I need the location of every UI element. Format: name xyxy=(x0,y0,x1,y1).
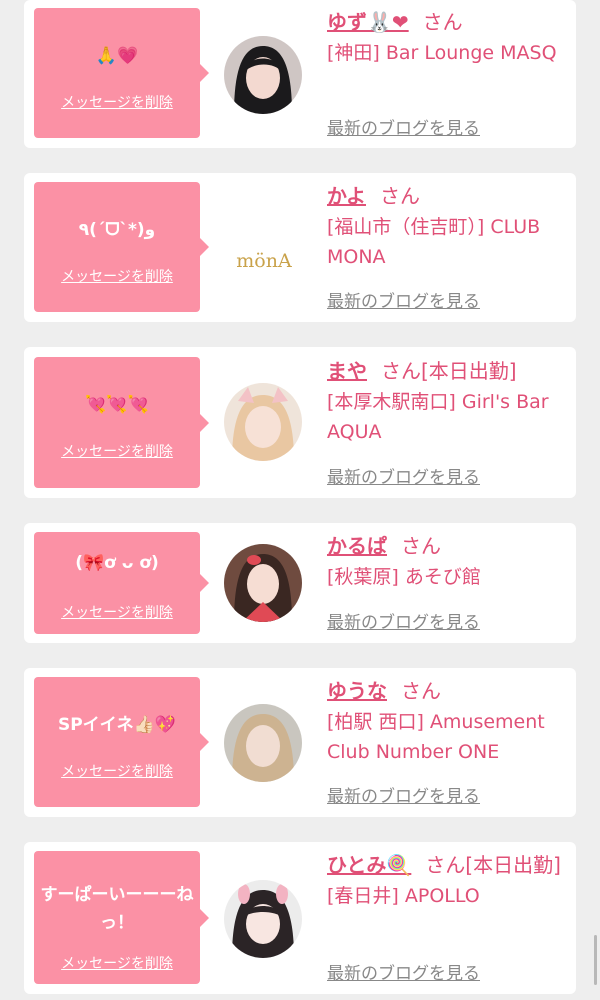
list-item: ٩(ˊᗜˋ*)و メッセージを削除 mönA かよ さん [福山市（住吉町）] C… xyxy=(24,173,576,322)
honorific: さん xyxy=(401,534,441,558)
avatar[interactable] xyxy=(224,704,302,782)
delete-message-link[interactable]: メッセージを削除 xyxy=(34,92,200,112)
list-item: 💘💘💘 メッセージを削除 まや さん[本日出勤] [本厚木駅南口] Girl's … xyxy=(24,347,576,498)
message-bubble: ٩(ˊᗜˋ*)و メッセージを削除 xyxy=(34,182,209,312)
latest-blog-link[interactable]: 最新のブログを見る xyxy=(327,287,480,312)
latest-blog-link[interactable]: 最新のブログを見る xyxy=(327,959,480,984)
scrollbar[interactable] xyxy=(594,935,597,985)
list-item: (🎀ơ ᴗ ơ) メッセージを削除 かるぱ さん [秋葉原] あそび館 最新のブロ… xyxy=(24,523,576,643)
avatar[interactable] xyxy=(224,544,302,622)
cast-info: まや さん[本日出勤] [本厚木駅南口] Girl's Bar AQUA xyxy=(327,357,572,447)
cast-name-link[interactable]: かるぱ xyxy=(327,534,387,558)
message-text: 💘💘💘 xyxy=(85,395,149,415)
avatar[interactable] xyxy=(224,880,302,958)
honorific: さん[本日出勤] xyxy=(425,853,561,877)
delete-message-link[interactable]: メッセージを削除 xyxy=(34,266,200,286)
message-text: ٩(ˊᗜˋ*)و xyxy=(78,220,156,240)
avatar[interactable] xyxy=(224,36,302,114)
avatar[interactable] xyxy=(224,383,302,461)
shop-name: [神田] Bar Lounge MASQ xyxy=(327,42,557,64)
cast-info: かるぱ さん [秋葉原] あそび館 xyxy=(327,532,572,592)
cast-name-link[interactable]: ゆず🐰❤ xyxy=(327,10,409,34)
message-bubble: 🙏💗 メッセージを削除 xyxy=(34,8,209,138)
logo-text: mönA xyxy=(236,250,292,272)
list-item: SPイイネ👍🏻💖 メッセージを削除 ゆうな さん [柏駅 西口] Amusemen… xyxy=(24,668,576,817)
latest-blog-link[interactable]: 最新のブログを見る xyxy=(327,114,480,139)
latest-blog-link[interactable]: 最新のブログを見る xyxy=(327,463,480,488)
message-bubble: (🎀ơ ᴗ ơ) メッセージを削除 xyxy=(34,532,209,634)
delete-message-link[interactable]: メッセージを削除 xyxy=(34,953,200,973)
message-text: (🎀ơ ᴗ ơ) xyxy=(75,553,159,573)
honorific: さん xyxy=(380,184,420,208)
delete-message-link[interactable]: メッセージを削除 xyxy=(34,761,200,781)
cast-name-link[interactable]: ひとみ🍭 xyxy=(327,853,411,877)
cast-info: ひとみ🍭 さん[本日出勤] [春日井] APOLLO xyxy=(327,851,572,911)
honorific: さん xyxy=(422,10,463,34)
latest-blog-link[interactable]: 最新のブログを見る xyxy=(327,608,480,633)
cast-name-link[interactable]: ゆうな xyxy=(327,679,387,703)
honorific: さん xyxy=(401,679,441,703)
message-bubble: SPイイネ👍🏻💖 メッセージを削除 xyxy=(34,677,209,807)
message-bubble: 💘💘💘 メッセージを削除 xyxy=(34,357,209,488)
honorific: さん[本日出勤] xyxy=(381,359,517,383)
delete-message-link[interactable]: メッセージを削除 xyxy=(34,602,200,622)
cast-info: かよ さん [福山市（住吉町）] CLUB MONA xyxy=(327,182,572,272)
cast-name-link[interactable]: かよ xyxy=(327,184,366,208)
cast-info: ゆうな さん [柏駅 西口] Amusement Club Number ONE xyxy=(327,677,572,767)
cast-name-link[interactable]: まや xyxy=(327,359,367,383)
shop-name: [春日井] APOLLO xyxy=(327,885,480,907)
message-text: 🙏💗 xyxy=(95,46,139,66)
shop-name: [本厚木駅南口] Girl's Bar AQUA xyxy=(327,391,549,443)
shop-logo[interactable]: mönA xyxy=(224,241,304,281)
message-text: SPイイネ👍🏻💖 xyxy=(57,715,177,735)
message-text: すーぱーいーーーねっ！ xyxy=(40,885,194,933)
shop-name: [柏駅 西口] Amusement Club Number ONE xyxy=(327,711,545,763)
shop-name: [福山市（住吉町）] CLUB MONA xyxy=(327,216,541,268)
cast-info: ゆず🐰❤ さん [神田] Bar Lounge MASQ xyxy=(327,8,572,68)
delete-message-link[interactable]: メッセージを削除 xyxy=(34,441,200,461)
list-item: 🙏💗 メッセージを削除 ゆず🐰❤ さん [神田] Bar Lounge MASQ … xyxy=(24,0,576,148)
latest-blog-link[interactable]: 最新のブログを見る xyxy=(327,782,480,807)
message-bubble: すーぱーいーーーねっ！ メッセージを削除 xyxy=(34,851,209,984)
list-item: すーぱーいーーーねっ！ メッセージを削除 ひとみ🍭 さん[本日出勤] [春日井] … xyxy=(24,842,576,994)
shop-name: [秋葉原] あそび館 xyxy=(327,566,481,588)
